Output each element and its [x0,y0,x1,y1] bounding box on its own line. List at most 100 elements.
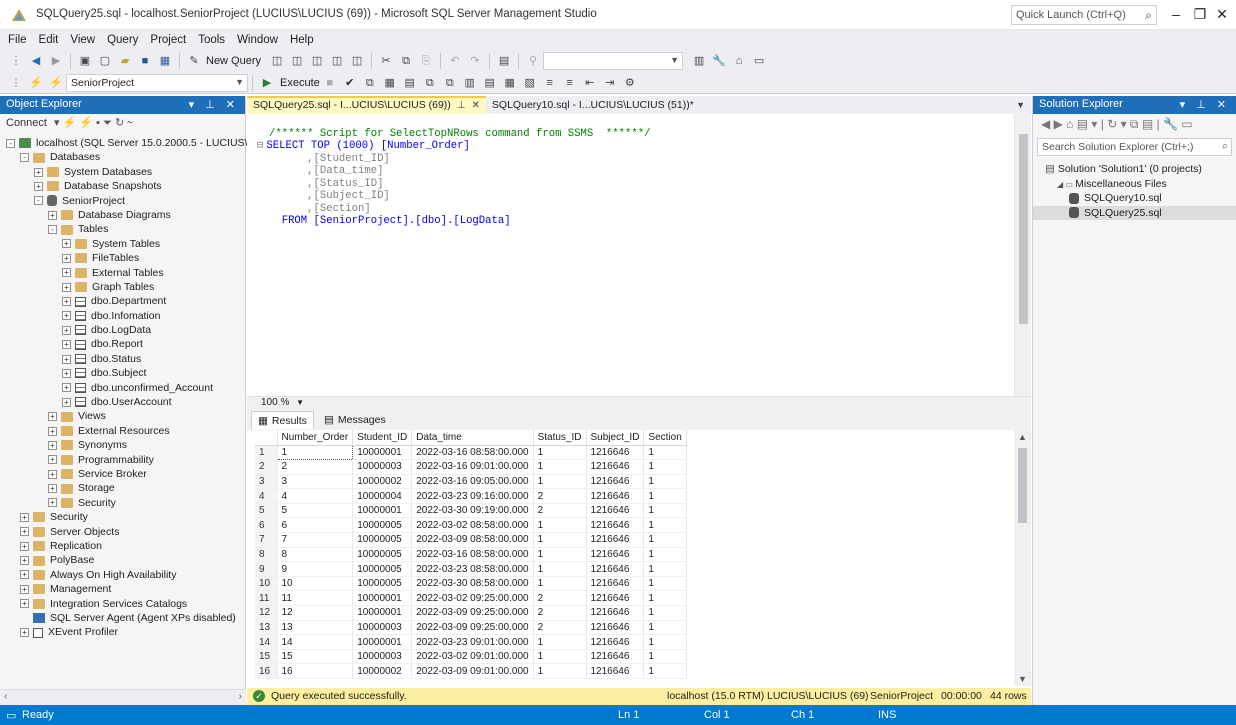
tree-node[interactable]: + Synonyms [0,438,246,452]
back-icon[interactable]: ◀ [28,53,44,69]
table-cell[interactable]: 1216646 [586,663,645,679]
copy-icon[interactable]: ⧉ [398,53,414,69]
table-cell[interactable]: 1216646 [586,576,645,592]
row-number[interactable]: 14 [255,634,278,650]
tree-node[interactable]: + dbo.LogData [0,323,246,337]
table-cell[interactable]: 1216646 [586,649,645,665]
tools-icon[interactable]: 🔧 [711,53,727,69]
table-cell[interactable]: 10 [277,576,354,592]
tree-node[interactable]: + System Databases [0,165,246,179]
tab-results[interactable]: ▦ Results [251,411,314,429]
tree-node[interactable]: + Server Objects [0,525,246,539]
table-cell[interactable]: 1 [533,445,587,461]
table-row[interactable]: 9 9 10000005 2022-03-23 08:58:00.000 1 121664… [255,561,687,577]
tree-node[interactable]: + Database Diagrams [0,208,246,222]
table-cell[interactable]: 1216646 [586,634,645,650]
table-row[interactable]: 5 5 10000001 2022-03-30 09:19:00.000 2 121664… [255,503,687,519]
new-project-icon[interactable]: ▣ [77,53,93,69]
sql-editor[interactable]: /****** Script for SelectTopNRows comman… [247,114,1031,396]
table-cell[interactable]: 2022-03-23 08:58:00.000 [411,561,534,577]
table-row[interactable]: 4 4 10000004 2022-03-23 09:16:00.000 2 121664… [255,488,687,504]
expand-icon[interactable]: + [62,282,71,292]
chevron-down-icon[interactable]: ▼ [296,398,304,407]
expand-icon[interactable]: + [48,455,57,465]
analysis-query-icon[interactable]: ◫ [349,53,365,69]
table-cell[interactable]: 2 [533,605,587,621]
column-header[interactable]: Status_ID [533,430,587,446]
collapse-icon[interactable]: - [48,225,57,235]
xmla-query-icon[interactable]: ◫ [309,53,325,69]
tree-node[interactable]: + Security [0,510,246,524]
solution-item[interactable]: SQLQuery25.sql [1033,205,1236,220]
table-cell[interactable]: 2022-03-16 08:58:00.000 [411,445,534,461]
table-cell[interactable]: 10000003 [352,649,413,665]
table-cell[interactable]: 10000001 [352,590,413,607]
expand-icon[interactable]: + [20,628,29,637]
table-row[interactable]: 2 2 10000003 2022-03-16 09:01:00.000 1 121664… [255,459,687,475]
table-cell[interactable]: 2022-03-30 08:58:00.000 [411,576,534,592]
table-row[interactable]: 3 3 10000002 2022-03-16 09:05:00.000 1 121664… [255,474,687,490]
row-number[interactable]: 12 [255,605,278,621]
parse-icon[interactable]: ✔ [342,75,358,91]
tree-node[interactable]: + System Tables [0,237,246,251]
table-cell[interactable]: 10000002 [352,663,413,679]
table-cell[interactable]: 10000001 [352,634,413,650]
table-cell[interactable]: 1 [276,444,354,461]
table-cell[interactable]: 2022-03-30 09:19:00.000 [411,503,534,519]
tree-node[interactable]: + Database Snapshots [0,179,246,193]
expand-icon[interactable]: + [48,469,57,479]
row-number[interactable]: 3 [255,474,278,490]
panel-pin-close-icon[interactable]: ▾ ⊥ ✕ [1180,98,1230,111]
table-cell[interactable]: 10000001 [352,605,413,621]
tree-node[interactable]: + dbo.Subject [0,366,246,380]
expand-icon[interactable]: + [62,383,71,393]
tree-node[interactable]: - Databases [0,150,246,164]
table-cell[interactable]: 10000003 [352,620,413,636]
sql-code[interactable]: /****** Script for SelectTopNRows comman… [257,115,650,240]
table-cell[interactable]: 2022-03-02 09:25:00.000 [411,590,534,607]
scroll-up-icon[interactable]: ▲ [1018,432,1027,442]
table-cell[interactable]: 1 [643,547,687,563]
tab-sqlquery25[interactable]: SQLQuery25.sql - I...UCIUS\LUCIUS (69)) … [247,96,486,114]
table-cell[interactable]: 7 [277,532,354,548]
table-row[interactable]: 6 6 10000005 2022-03-02 08:58:00.000 1 121664… [255,517,687,534]
expand-icon[interactable]: + [62,253,71,263]
table-cell[interactable]: 2 [277,459,354,475]
save-icon[interactable]: ■ [137,53,153,69]
include-plan-icon[interactable]: ⧉ [422,75,438,91]
undo-icon[interactable]: ↶ [447,53,463,69]
cut-icon[interactable]: ✂ [378,53,394,69]
execute-icon[interactable]: ▶ [259,75,275,91]
table-cell[interactable]: 2022-03-02 08:58:00.000 [411,517,534,534]
table-cell[interactable]: 10000002 [352,474,413,490]
table-cell[interactable]: 2 [533,488,587,504]
change-connection-icon[interactable]: ⚡ [48,75,64,91]
table-cell[interactable]: 13 [277,620,354,636]
table-cell[interactable]: 1216646 [586,459,645,475]
new-file-icon[interactable]: ▢ [97,53,113,69]
row-number[interactable]: 4 [255,488,278,504]
table-cell[interactable]: 1 [643,459,687,475]
table-cell[interactable]: 2 [533,503,587,519]
find-combo[interactable]: ▼ [543,52,684,70]
expand-icon[interactable]: + [62,268,71,278]
expand-icon[interactable]: + [48,440,57,450]
tree-node[interactable]: + Always On High Availability [0,568,246,582]
table-cell[interactable]: 1 [643,620,687,636]
table-cell[interactable]: 1 [533,532,587,548]
window-layout-icon[interactable]: ▭ [751,53,767,69]
menu-edit[interactable]: Edit [39,34,59,46]
solution-item[interactable]: ▤ Solution 'Solution1' (0 projects) [1033,162,1236,177]
solution-item[interactable]: SQLQuery10.sql [1033,191,1236,206]
solution-item[interactable]: ◢ ▭ Miscellaneous Files [1033,177,1236,192]
registered-servers-icon[interactable]: ⌂ [731,53,747,69]
execute-button[interactable]: Execute [280,77,320,89]
table-cell[interactable]: 2022-03-16 08:58:00.000 [411,547,534,563]
column-header[interactable]: Student_ID [352,430,413,446]
table-cell[interactable]: 12 [277,605,354,621]
collapse-icon[interactable]: - [6,138,15,148]
table-cell[interactable]: 2022-03-23 09:16:00.000 [411,488,534,504]
table-cell[interactable]: 10000003 [352,459,413,475]
table-cell[interactable]: 1 [643,474,687,490]
scroll-thumb[interactable] [1018,448,1027,523]
